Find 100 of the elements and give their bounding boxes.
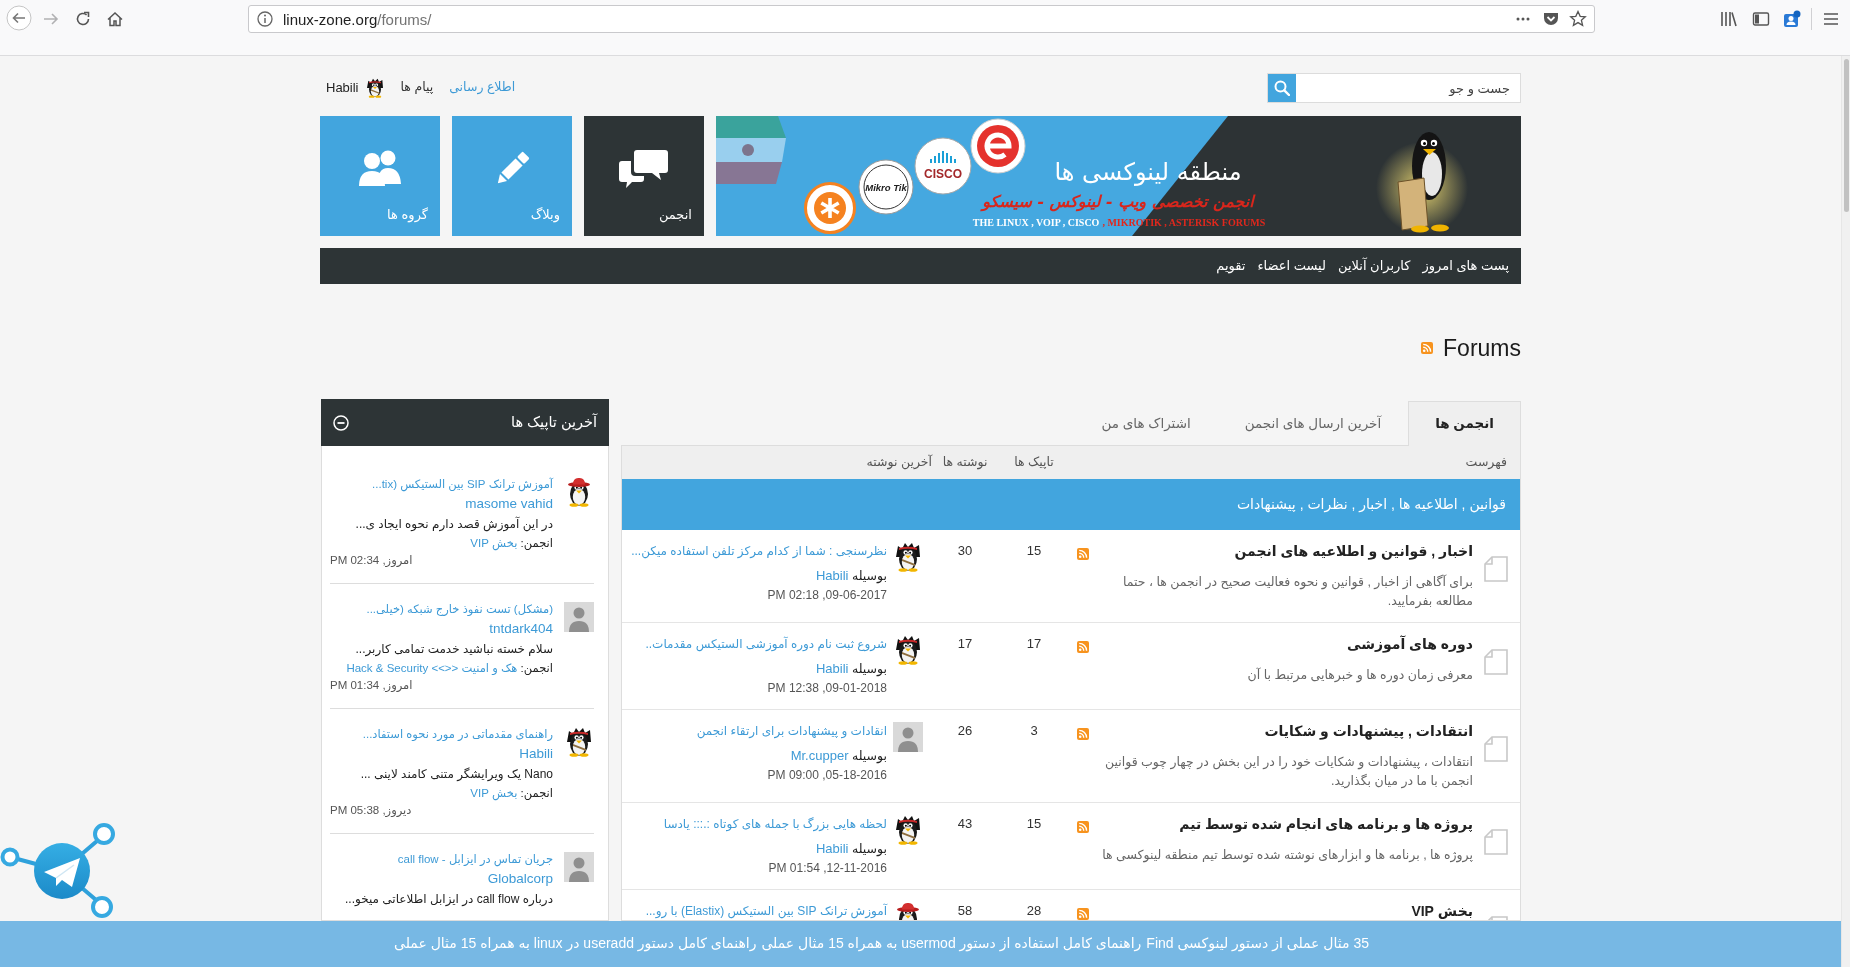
- column-header: تاپیک ها: [1014, 453, 1054, 471]
- author-link[interactable]: Habili: [815, 568, 849, 583]
- author-link[interactable]: Mr.cupper: [790, 748, 849, 763]
- tab[interactable]: آخرین ارسال های انجمن: [1217, 401, 1409, 446]
- library-icon[interactable]: [1720, 10, 1738, 28]
- username-link[interactable]: Habili: [326, 78, 359, 98]
- document-icon: [1484, 556, 1508, 582]
- section-tile[interactable]: گروه ها: [320, 116, 440, 236]
- document-icon: [1484, 829, 1508, 855]
- forum-description: پروژه ها , برنامه ها و ابزارهای نوشته شده توسط تیم منطقه لینوکسی ها: [1102, 847, 1473, 865]
- person-silhouette-avatar-icon: [893, 722, 923, 752]
- forum-title-link[interactable]: دوره های آموزشی: [1346, 634, 1473, 654]
- chevron-shield-icon[interactable]: [1542, 10, 1560, 28]
- paper-plane-share-icon[interactable]: [0, 821, 118, 921]
- author-link[interactable]: Habili: [815, 661, 849, 676]
- header-link[interactable]: پیام ها: [400, 79, 434, 97]
- document-icon: [1484, 649, 1508, 675]
- post-count: 17: [957, 635, 973, 653]
- nav-link[interactable]: لیست اعضاء: [1257, 256, 1326, 276]
- topic-title-link[interactable]: آموزش ترانک SIP بین الستیکس (tix...: [372, 474, 553, 494]
- url-field[interactable]: linux-zone.org/forums/: [248, 5, 1595, 33]
- nav-link[interactable]: کاربران آنلاین: [1338, 256, 1411, 276]
- by-label: بوسیله: [851, 569, 887, 583]
- topic-excerpt: درباره call flow در ایزابل اطلاعاتی میخو...: [345, 891, 553, 908]
- forum-label: انجمن:: [520, 662, 553, 674]
- category-header: قوانین , اطلاعیه ها , اخبار , نظرات , پیشنهادات: [622, 479, 1520, 530]
- rss-icon[interactable]: [1421, 342, 1434, 354]
- post-count: 58: [957, 902, 973, 920]
- column-header: آخرین نوشته: [866, 453, 932, 472]
- topic-count: 17: [1026, 635, 1042, 653]
- penguin-icon: [1376, 132, 1468, 234]
- mikrotik-logo: Mikro Tik: [858, 159, 914, 215]
- author-link[interactable]: Habili: [519, 744, 553, 764]
- post-date: 12-11-2016, 01:54 PM: [768, 860, 887, 877]
- topic-excerpt: Nano یک ویرایشگر متنی کامند لاینی ...: [360, 766, 553, 783]
- section-tile[interactable]: وبلاگ: [452, 116, 572, 236]
- reload-icon[interactable]: [74, 10, 92, 28]
- topic-title-link[interactable]: جریان تماس در ایزابل - call flow: [397, 849, 553, 869]
- topic-count: 28: [1026, 902, 1042, 920]
- info-icon[interactable]: [257, 11, 273, 27]
- last-post-link[interactable]: شروع ثبت نام دوره آموزشی الستیکس مقدمات..: [645, 634, 887, 654]
- author-link[interactable]: Habili: [815, 841, 849, 856]
- forum-title-link[interactable]: اخبار , قوانین و اطلاعیه های انجمن: [1234, 541, 1473, 561]
- tab[interactable]: انجمن ها: [1408, 401, 1521, 446]
- column-header: فهرست: [1465, 453, 1507, 471]
- topic-excerpt: سلام خسته نباشید خدمت تمامی کاربر...: [355, 641, 553, 659]
- ticker-link[interactable]: 35 مثال عملی از دستور لینوکسی Find: [1146, 934, 1369, 954]
- last-post-link[interactable]: نظرسنجی : شما از کدام مرکز تلفن استفاده میکن...: [631, 541, 887, 561]
- collapse-icon[interactable]: [333, 414, 349, 431]
- people-icon: [357, 149, 403, 187]
- author-link[interactable]: masome vahid: [465, 494, 553, 514]
- tab[interactable]: اشتراک های من: [1074, 401, 1218, 446]
- home-icon[interactable]: [106, 10, 124, 28]
- star-icon[interactable]: [1569, 10, 1587, 28]
- rss-icon[interactable]: [1076, 821, 1089, 833]
- last-post-link[interactable]: آموزش ترانک SIP بین الستیکس (Elastix) با رو...: [645, 901, 887, 920]
- forum-title-link[interactable]: بخش VIP: [1411, 901, 1473, 920]
- document-icon: [1484, 736, 1508, 762]
- nav-link[interactable]: تقویم: [1216, 256, 1246, 276]
- header-link[interactable]: اطلاع رسانی: [449, 79, 516, 97]
- rss-icon[interactable]: [1076, 548, 1089, 560]
- post-date: 09-01-2018, 12:38 PM: [767, 680, 887, 697]
- forum-title-link[interactable]: پروژه ها و برنامه های انجام شده توسط تیم: [1179, 814, 1473, 834]
- forum-link[interactable]: هک و امنیت <<>> Hack & Security: [346, 662, 518, 674]
- forum-title-link[interactable]: انتقادات , پیشنهادات و شکایات: [1264, 721, 1473, 741]
- author-link[interactable]: tntdark404: [489, 619, 553, 639]
- last-post-link[interactable]: انقادات و پیشنهادات برای ارتقاء انجمن: [696, 721, 887, 741]
- penguin-avatar-icon: [364, 78, 385, 98]
- chat-bubbles-icon: [619, 149, 669, 189]
- forum-description: برای آگاهی از اخبار , قوانین و نحوه فعالیت صحیح در انجمن ها ، حتما مطالعه بفرمایید.: [1121, 573, 1473, 611]
- ticker-link[interactable]: راهنمای کامل استفاده از دستور usermod به همراه 15 مثال عملی: [761, 934, 1142, 954]
- topic-count: 15: [1026, 815, 1042, 833]
- topic-count: 3: [1030, 722, 1038, 740]
- topic-title-link[interactable]: (مشکل) تست نفوذ خارج شبکه (خیلی...: [366, 599, 553, 619]
- nav-link[interactable]: پست های امروز: [1422, 256, 1509, 276]
- person-silhouette-avatar-icon: [564, 852, 594, 882]
- post-count: 26: [957, 722, 973, 740]
- letter-e-logo-icon: [970, 118, 1026, 174]
- penguin-avatar-icon: [564, 727, 594, 757]
- post-count: 43: [957, 815, 973, 833]
- topic-count: 15: [1026, 542, 1042, 560]
- profile-badge-icon[interactable]: [1783, 10, 1801, 28]
- sidebar-title: آخرین تاپیک ها: [510, 412, 597, 433]
- section-tile[interactable]: انجمن: [584, 116, 704, 236]
- author-link[interactable]: Globalcorp: [487, 869, 553, 889]
- sidebar-icon[interactable]: [1752, 10, 1770, 28]
- menu-icon[interactable]: [1822, 10, 1840, 28]
- rss-icon[interactable]: [1076, 728, 1089, 740]
- flag-icon: [716, 116, 786, 184]
- topic-excerpt: در این آموزش قصد دارم نحوه ایجاد ی...: [355, 515, 553, 534]
- cisco-logo: CISCO: [914, 137, 972, 195]
- last-post-link[interactable]: لحظه هایی بزرگ با جمله های کوتاه :.::: یادسا: [663, 814, 887, 834]
- topic-title-link[interactable]: راهنمای مقدماتی در مورد نحوه استفاد...: [362, 724, 553, 744]
- forum-link[interactable]: بخش VIP: [470, 537, 518, 549]
- ticker-link[interactable]: راهنمای کامل دستور useradd در linux به همراه 15 مثال عملی: [394, 934, 757, 954]
- rss-icon[interactable]: [1076, 641, 1089, 653]
- forum-label: انجمن:: [520, 537, 553, 549]
- forum-link[interactable]: بخش VIP: [470, 787, 518, 799]
- scrollbar-thumb[interactable]: [1843, 59, 1849, 212]
- rss-icon[interactable]: [1076, 908, 1089, 920]
